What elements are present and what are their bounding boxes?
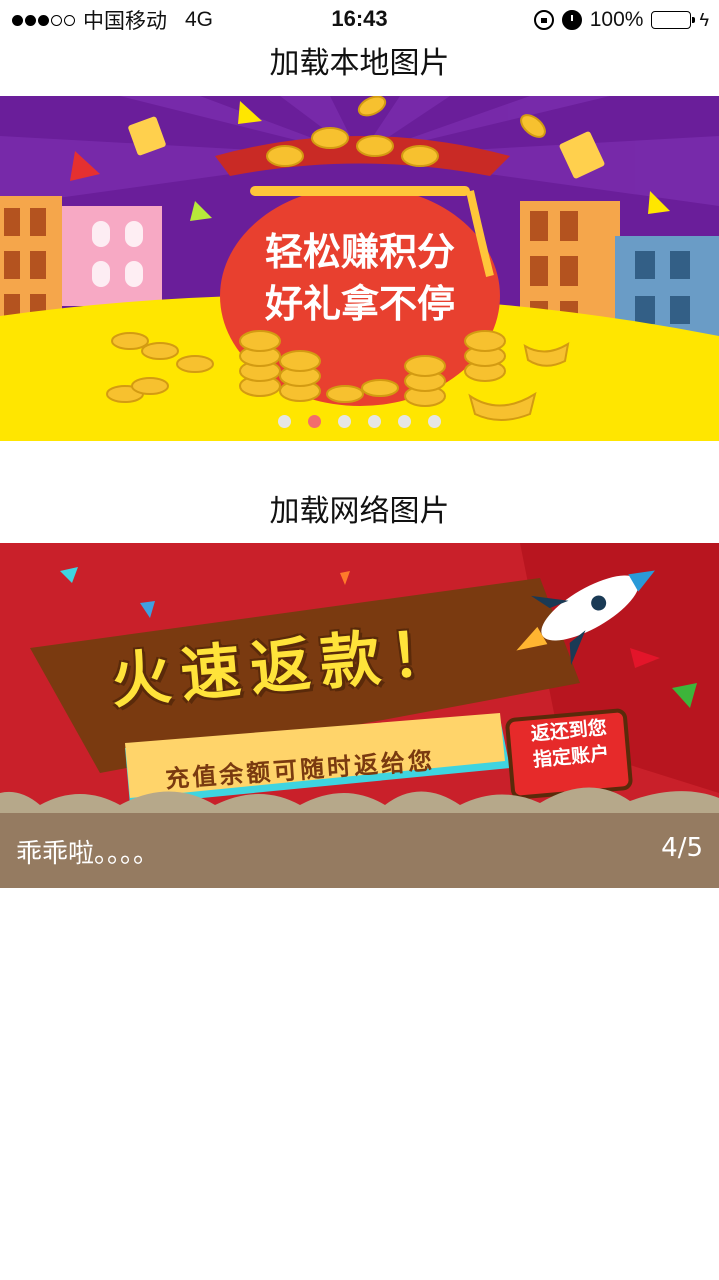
network-banner-carousel[interactable]: 火速返款！ 充值余额可随时返给您 返还到您 指定账户 乖乖啦。。。。 4/5 (0, 543, 719, 888)
page-dot[interactable] (428, 415, 441, 428)
local-banner-line2: 好礼拿不停 (264, 282, 455, 326)
caption-bar: 乖乖啦。。。。 4/5 (0, 813, 719, 888)
banner-caption: 乖乖啦。。。。 (16, 839, 160, 869)
page-dot-active[interactable] (308, 415, 321, 428)
page-dot[interactable] (278, 415, 291, 428)
local-images-title: 加载本地图片 (269, 46, 450, 81)
local-banner-text: 轻松赚积分 好礼拿不停 (225, 226, 495, 330)
page-dot[interactable] (368, 415, 381, 428)
page-dot[interactable] (398, 415, 411, 428)
network-banner-badge: 返还到您 指定账户 (513, 713, 627, 774)
battery-icon (651, 11, 696, 29)
local-banner-line1: 轻松赚积分 (264, 230, 455, 274)
local-banner-carousel[interactable]: 轻松赚积分 好礼拿不停 (0, 96, 719, 441)
page-indicator-dots (0, 415, 719, 428)
battery-percent: 100% (589, 8, 644, 31)
banner-page-counter: 4/5 (661, 833, 703, 863)
status-right: 100% ϟ (533, 8, 709, 32)
network-images-title: 加载网络图片 (269, 494, 450, 529)
rotation-lock-icon (533, 10, 554, 30)
status-bar: 中国移动 4G 16:43 100% ϟ (0, 0, 719, 40)
page-dot[interactable] (338, 415, 351, 428)
alarm-icon (561, 10, 582, 30)
charging-icon: ϟ (699, 9, 709, 30)
